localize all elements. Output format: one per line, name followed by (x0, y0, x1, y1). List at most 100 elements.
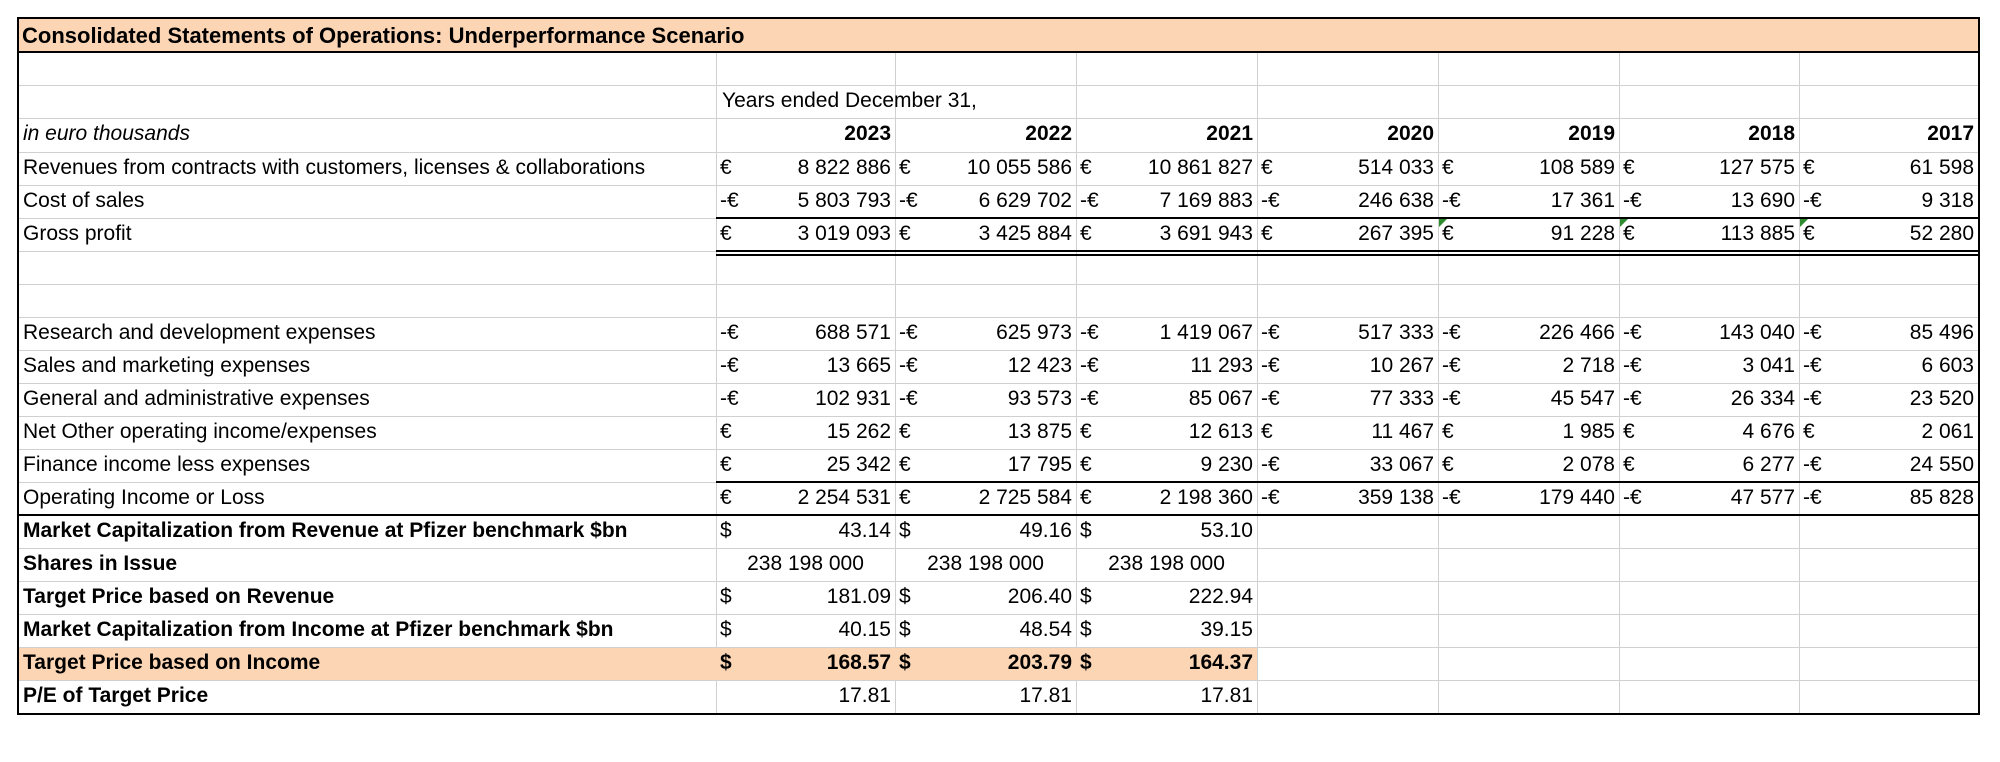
cell-value: 514 033 (1358, 156, 1434, 179)
title-row: Consolidated Statements of Operations: U… (19, 19, 1978, 53)
operating-income-bottom-rule (19, 514, 1978, 516)
cell-value: 26 334 (1730, 387, 1795, 410)
row-label: Market Capitalization from Income at Pfi… (23, 618, 614, 641)
cell-value: 3 691 943 (1159, 222, 1253, 245)
cell-value: 143 040 (1719, 321, 1795, 344)
currency-symbol: -€ (899, 189, 918, 212)
currency-symbol: -€ (899, 321, 918, 344)
currency-symbol: € (720, 453, 732, 476)
table-row: Target Price based on Income $168.57 $203.… (19, 647, 1978, 680)
currency-symbol: € (1261, 420, 1273, 443)
cell-value: 13 875 (1007, 420, 1072, 443)
year-header: 2018 (1748, 122, 1795, 145)
currency-symbol: € (1623, 420, 1635, 443)
currency-symbol: € (720, 420, 732, 443)
currency-symbol: $ (720, 585, 732, 608)
row-label: General and administrative expenses (23, 387, 370, 410)
currency-symbol: -€ (720, 387, 739, 410)
cell-value: 181.09 (826, 585, 891, 608)
cell-value: 2 718 (1562, 354, 1615, 377)
cell-value: 2 725 584 (978, 486, 1072, 509)
table-row: Sales and marketing expenses -€ 13 665 -€ 12… (19, 350, 1978, 383)
currency-symbol: -€ (1442, 486, 1461, 509)
cell-value: 17 361 (1550, 189, 1615, 212)
cell-marker-icon (1800, 219, 1808, 227)
currency-symbol: -€ (1623, 486, 1642, 509)
currency-symbol: -€ (1803, 321, 1822, 344)
currency-symbol: -€ (1080, 354, 1099, 377)
currency-symbol: $ (1080, 618, 1092, 641)
currency-symbol: € (899, 486, 911, 509)
cell-marker-icon (1620, 219, 1628, 227)
cell-value: 43.14 (838, 519, 891, 542)
cell-value: 85 496 (1909, 321, 1974, 344)
table-row: Operating Income or Loss €2 254 531 €2 725… (19, 482, 1978, 515)
cell-value: 45 547 (1550, 387, 1615, 410)
currency-symbol: $ (899, 519, 911, 542)
cell-value: 1 419 067 (1159, 321, 1253, 344)
table-row: Research and development expenses -€ 688 5… (19, 317, 1978, 350)
cell-value: 246 638 (1358, 189, 1434, 212)
table-row: Market Capitalization from Income at Pfi… (19, 614, 1978, 647)
cell-value: 39.15 (1200, 618, 1253, 641)
currency-symbol: -€ (899, 387, 918, 410)
currency-symbol: € (1261, 222, 1273, 245)
cell-value: 2 254 531 (797, 486, 891, 509)
currency-symbol: € (1080, 486, 1092, 509)
currency-symbol: -€ (1442, 387, 1461, 410)
cell-value: 49.16 (1019, 519, 1072, 542)
cell-value: 33 067 (1369, 453, 1434, 476)
cell-value: 238 198 000 (747, 552, 864, 575)
years-caption-row: Years ended December 31, (19, 85, 1978, 118)
cell-value: 6 603 (1921, 354, 1974, 377)
currency-symbol: € (1623, 453, 1635, 476)
currency-symbol: € (1261, 156, 1273, 179)
cell-value: 40.15 (838, 618, 891, 641)
table-row (19, 284, 1978, 317)
currency-symbol: -€ (1803, 354, 1822, 377)
operating-income-top-rule (716, 481, 1978, 483)
cell-value: 359 138 (1358, 486, 1434, 509)
currency-symbol: -€ (1442, 189, 1461, 212)
cell-value: 267 395 (1358, 222, 1434, 245)
cell-value: 168.57 (826, 651, 891, 674)
year-header: 2021 (1206, 122, 1253, 145)
year-header: 2019 (1568, 122, 1615, 145)
currency-symbol: -€ (1623, 189, 1642, 212)
currency-symbol: -€ (1623, 387, 1642, 410)
table-row: Cost of sales -€ 5 803 793 -€ 6 629 702 -€ 7 1… (19, 185, 1978, 218)
cell-value: 5 803 793 (797, 189, 891, 212)
cell-value: 17.81 (838, 684, 891, 707)
currency-symbol: -€ (1080, 321, 1099, 344)
currency-symbol: € (1442, 453, 1454, 476)
cell-value: 3 425 884 (978, 222, 1072, 245)
cell-value: 9 318 (1921, 189, 1974, 212)
currency-symbol: € (899, 453, 911, 476)
cell-value: 52 280 (1909, 222, 1974, 245)
row-label: Gross profit (23, 222, 132, 245)
cell-value: 2 198 360 (1159, 486, 1253, 509)
cell-value: 9 230 (1200, 453, 1253, 476)
currency-symbol: € (1442, 156, 1454, 179)
cell-value: 3 041 (1742, 354, 1795, 377)
cell-value: 113 885 (1720, 222, 1795, 245)
currency-symbol: -€ (1080, 387, 1099, 410)
cell-value: 12 613 (1188, 420, 1253, 443)
currency-symbol: $ (899, 651, 911, 674)
currency-symbol: € (1623, 156, 1635, 179)
cell-value: 93 573 (1007, 387, 1072, 410)
currency-symbol: -€ (1803, 189, 1822, 212)
year-header: 2020 (1387, 122, 1434, 145)
cell-value: 238 198 000 (1108, 552, 1225, 575)
cell-marker-icon (1439, 219, 1447, 227)
currency-symbol: -€ (720, 321, 739, 344)
row-label: Research and development expenses (23, 321, 376, 344)
cell-value: 12 423 (1007, 354, 1072, 377)
row-label: Target Price based on Income (23, 651, 321, 674)
currency-symbol: -€ (1261, 354, 1280, 377)
row-label: Net Other operating income/expenses (23, 420, 377, 443)
cell-value: 4 676 (1742, 420, 1795, 443)
currency-symbol: -€ (1261, 453, 1280, 476)
currency-symbol: -€ (1803, 486, 1822, 509)
currency-symbol: € (1442, 420, 1454, 443)
